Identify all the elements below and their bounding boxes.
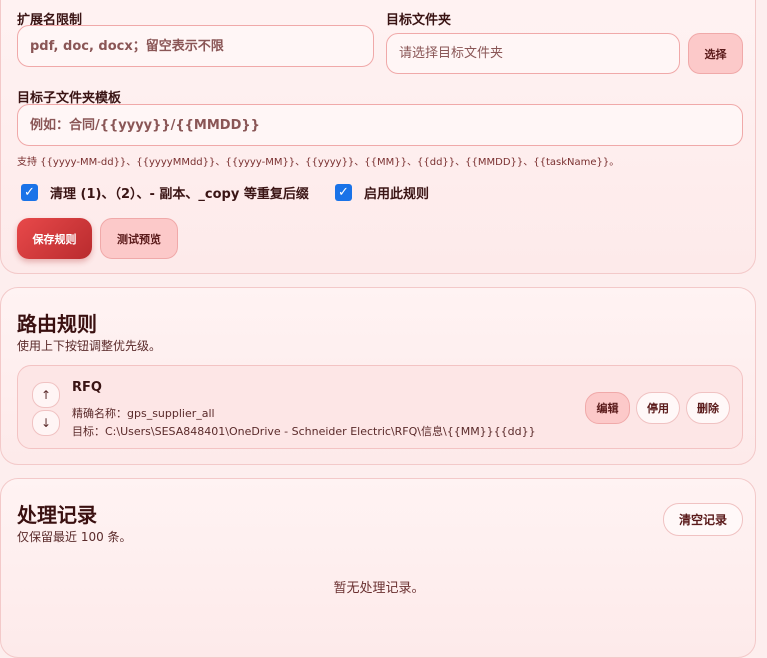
delete-route-button[interactable]: 删除 xyxy=(686,392,730,424)
route-row: ↑ ↓ RFQ 精确名称：gps_supplier_all 目标：C:\User… xyxy=(17,365,743,449)
route-name: RFQ xyxy=(72,380,102,395)
enable-label: 启用此规则 xyxy=(364,187,430,202)
save-rule-button[interactable]: 保存规则 xyxy=(17,218,92,259)
route-match: 精确名称：gps_supplier_all xyxy=(72,407,215,420)
edit-route-button[interactable]: 编辑 xyxy=(585,392,630,424)
enable-option[interactable]: ✓ 启用此规则 xyxy=(335,183,429,202)
route-target: 目标：C:\Users\SESA848401\OneDrive - Schnei… xyxy=(72,425,536,438)
test-preview-button[interactable]: 测试预览 xyxy=(100,218,178,259)
arrow-down-icon: ↓ xyxy=(40,416,52,430)
enable-checkbox[interactable]: ✓ xyxy=(335,184,352,201)
move-up-button[interactable]: ↑ xyxy=(32,382,60,408)
routes-subtitle: 使用上下按钮调整优先级。 xyxy=(17,339,162,353)
rule-form-card: 扩展名限制 目标文件夹 选择 目标子文件夹模板 支持 {{yyyy-MM-dd}… xyxy=(0,0,756,274)
subfolder-template-input[interactable] xyxy=(17,104,743,146)
log-subtitle: 仅保留最近 100 条。 xyxy=(17,530,132,544)
template-hint: 支持 {{yyyy-MM-dd}}、{{yyyyMMdd}}、{{yyyy-MM… xyxy=(17,157,620,168)
routes-title: 路由规则 xyxy=(17,312,97,336)
move-down-button[interactable]: ↓ xyxy=(32,410,60,436)
cleanup-checkbox[interactable]: ✓ xyxy=(21,184,38,201)
ext-input[interactable] xyxy=(17,25,374,67)
log-card: 处理记录 仅保留最近 100 条。 清空记录 暂无处理记录。 xyxy=(0,478,756,658)
choose-folder-button[interactable]: 选择 xyxy=(688,33,743,74)
clear-log-button[interactable]: 清空记录 xyxy=(663,503,743,536)
arrow-up-icon: ↑ xyxy=(40,388,52,402)
routes-card: 路由规则 使用上下按钮调整优先级。 ↑ ↓ RFQ 精确名称：gps_suppl… xyxy=(0,287,756,465)
cleanup-label: 清理 (1)、（2）、- 副本、_copy 等重复后缀 xyxy=(50,187,309,202)
dest-label: 目标文件夹 xyxy=(386,13,452,28)
dest-folder-input[interactable] xyxy=(386,33,680,74)
empty-log-message: 暂无处理记录。 xyxy=(333,581,425,596)
disable-route-button[interactable]: 停用 xyxy=(636,392,680,424)
cleanup-option[interactable]: ✓ 清理 (1)、（2）、- 副本、_copy 等重复后缀 xyxy=(21,183,309,202)
log-title: 处理记录 xyxy=(17,503,97,527)
